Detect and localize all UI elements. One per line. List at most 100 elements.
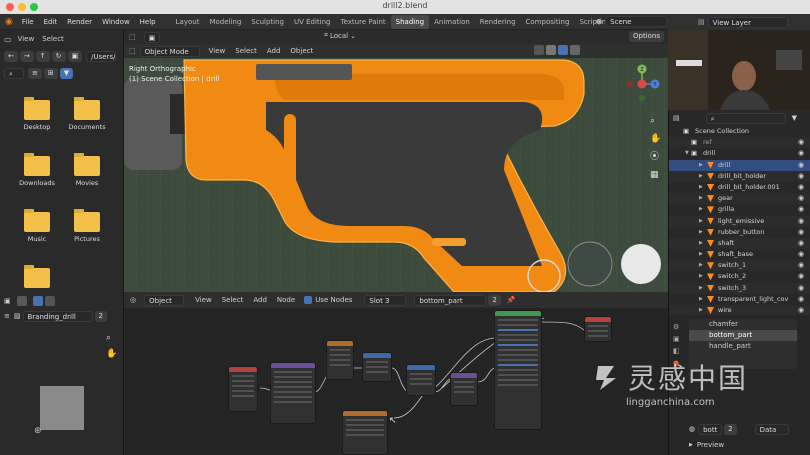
image-name-field[interactable]: Branding_drill: [22, 310, 93, 322]
new-folder-icon[interactable]: ▣: [67, 51, 83, 62]
3d-viewport[interactable]: ⬚ ▣ ⌗ Local ⌄ Options ⬚ Object Mode View…: [124, 30, 668, 292]
file-item-downloads[interactable]: Downloads: [12, 153, 62, 187]
hand-icon[interactable]: ✋: [650, 130, 661, 148]
file-item-desktop[interactable]: Desktop: [12, 97, 62, 131]
menu-help[interactable]: Help: [135, 14, 161, 30]
tab-animation[interactable]: Animation: [429, 15, 475, 29]
search-icon[interactable]: ⌕: [4, 68, 24, 79]
outliner-row[interactable]: ▶ shaft ◉: [669, 237, 810, 250]
pin-icon[interactable]: 📌: [507, 296, 516, 304]
node-menu-view[interactable]: View: [195, 296, 212, 304]
file-item-movies[interactable]: Movies: [62, 153, 112, 187]
tab-shading[interactable]: Shading: [390, 15, 430, 29]
chevron-right-icon[interactable]: ▶: [699, 216, 703, 227]
editor-type-icon[interactable]: ▣: [4, 297, 11, 305]
outliner-row[interactable]: ▶ drill ◉: [669, 159, 810, 171]
2d-cursor-icon[interactable]: ⊕: [34, 426, 42, 436]
camera-icon[interactable]: ⦿: [650, 148, 661, 166]
outliner-search-input[interactable]: ⌕: [705, 112, 786, 124]
node-math[interactable]: [406, 364, 436, 396]
outliner-row[interactable]: ▶ rubber_button ◉: [669, 227, 810, 238]
scene-field[interactable]: Scene: [605, 16, 668, 27]
node-mix[interactable]: [362, 352, 392, 382]
navigation-gizmo[interactable]: Z Y: [624, 64, 660, 104]
image-preview[interactable]: [40, 386, 84, 430]
eye-icon[interactable]: ◉: [798, 227, 804, 238]
file-select-menu[interactable]: Select: [42, 35, 64, 43]
folder-icon[interactable]: ▭: [4, 35, 12, 44]
render-tab-icon[interactable]: ▣: [673, 333, 683, 345]
menu-edit[interactable]: Edit: [39, 14, 63, 30]
display-list-icon[interactable]: ≡: [28, 68, 42, 79]
viewport-menu-object[interactable]: Object: [290, 47, 313, 55]
view-mode-icon[interactable]: [32, 296, 43, 306]
node-menu-node[interactable]: Node: [277, 296, 295, 304]
display-mode-icon[interactable]: ▤: [673, 114, 680, 122]
material-name-field[interactable]: bott: [698, 423, 723, 435]
outliner-row[interactable]: ▶ switch_3 ◉: [669, 282, 810, 294]
orientation-selector[interactable]: ⌗ Local ⌄: [324, 31, 356, 40]
scene-selector[interactable]: ⬢ Scene: [596, 16, 668, 27]
eye-icon[interactable]: ◉: [798, 271, 804, 282]
chevron-right-icon[interactable]: ▶: [699, 193, 703, 204]
chevron-right-icon[interactable]: ▶: [699, 227, 703, 238]
chevron-right-icon[interactable]: ▶: [699, 294, 703, 305]
outliner-row[interactable]: ▶ drill_bit_holder.001 ◉: [669, 182, 810, 193]
back-icon[interactable]: ←: [4, 51, 18, 62]
tab-uv-editing[interactable]: UV Editing: [289, 15, 336, 29]
node-principled-bsdf[interactable]: [494, 310, 542, 430]
slot-selector[interactable]: Slot 3: [364, 294, 407, 306]
tool-icon[interactable]: ⬚: [129, 47, 136, 55]
material-name-field[interactable]: bottom_part: [414, 294, 487, 306]
chevron-right-icon[interactable]: ▶: [699, 204, 703, 215]
preview-panel[interactable]: ▶ Preview: [689, 441, 724, 449]
editor-type-icon[interactable]: ⬚: [129, 33, 136, 41]
wireframe-shading-icon[interactable]: [534, 45, 544, 55]
refresh-icon[interactable]: ↻: [51, 51, 66, 62]
outliner-row[interactable]: ▣ ref ◉: [669, 137, 810, 149]
image-users-count[interactable]: 2: [94, 310, 107, 322]
drill-button[interactable]: [432, 238, 466, 246]
node-bump[interactable]: [450, 372, 478, 406]
file-item-music[interactable]: Music: [12, 209, 62, 243]
eye-icon[interactable]: ◉: [798, 171, 804, 182]
eye-icon[interactable]: ◉: [798, 294, 804, 305]
eye-icon[interactable]: ◉: [798, 148, 804, 159]
node-color-ramp[interactable]: [326, 340, 354, 380]
checkbox-icon[interactable]: [304, 296, 313, 304]
material-slot[interactable]: chamfer: [689, 319, 797, 330]
chevron-right-icon[interactable]: ▶: [699, 182, 703, 193]
editor-type-icon[interactable]: ◎: [130, 296, 136, 304]
chevron-right-icon[interactable]: ▶: [699, 160, 703, 171]
outliner-row[interactable]: ▶ switch_1 ◉: [669, 260, 810, 272]
display-grid-icon[interactable]: ⊞: [43, 68, 58, 79]
chevron-right-icon[interactable]: ▶: [699, 238, 703, 249]
outliner-row[interactable]: ▶ transparent_light_cov ◉: [669, 294, 810, 305]
filter-icon[interactable]: ▼: [792, 114, 797, 122]
viewport-menu-add[interactable]: Add: [267, 47, 281, 55]
menu-file[interactable]: File: [17, 14, 39, 30]
material-users-count[interactable]: 2: [724, 423, 737, 435]
file-item-folder[interactable]: [12, 265, 62, 291]
chevron-right-icon[interactable]: ▶: [699, 171, 703, 182]
eye-icon[interactable]: ◉: [798, 249, 804, 260]
chevron-right-icon[interactable]: ▶: [699, 260, 703, 271]
grid-icon[interactable]: ▦: [650, 166, 661, 184]
mode-selector[interactable]: Object Mode: [139, 45, 200, 57]
outliner-row[interactable]: ▶ drill_bit_holder ◉: [669, 170, 810, 182]
zoom-icon[interactable]: ⌕: [106, 330, 117, 346]
outliner-row[interactable]: ▶ grilla ◉: [669, 204, 810, 215]
select-box-icon[interactable]: ▣: [143, 31, 160, 43]
paint-mode-icon[interactable]: [44, 296, 55, 306]
tab-modeling[interactable]: Modeling: [204, 15, 246, 29]
eye-icon[interactable]: ◉: [798, 182, 804, 193]
tool-tab-icon[interactable]: ⚙: [673, 321, 683, 333]
material-slot[interactable]: handle_part: [689, 341, 797, 352]
node-image-texture[interactable]: [342, 410, 388, 455]
menu-window[interactable]: Window: [97, 14, 135, 30]
parent-dir-icon[interactable]: ↑: [35, 51, 50, 62]
tab-layout[interactable]: Layout: [171, 15, 205, 29]
tab-compositing[interactable]: Compositing: [521, 15, 575, 29]
chevron-right-icon[interactable]: ▶: [699, 271, 703, 282]
chevron-down-icon[interactable]: ▼: [685, 148, 689, 159]
